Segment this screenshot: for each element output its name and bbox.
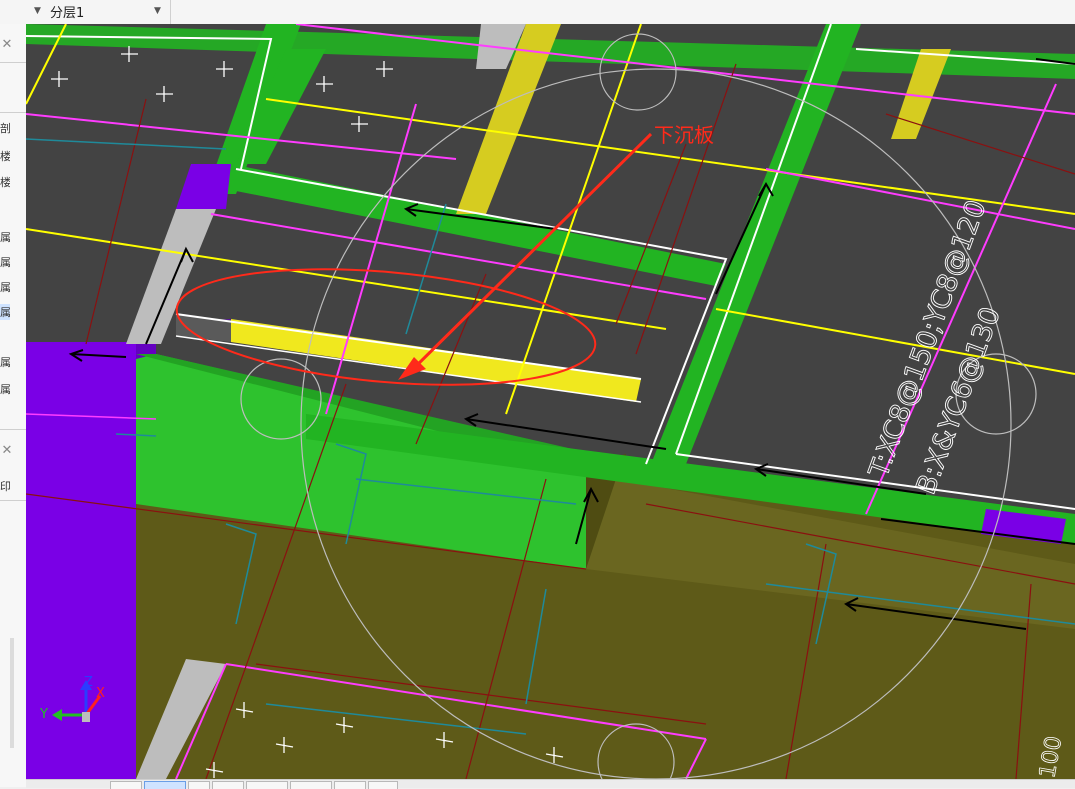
chevron-down-icon[interactable]: ▼: [34, 6, 41, 16]
view-tab[interactable]: [290, 781, 332, 789]
toolbar-divider: [170, 0, 171, 24]
layer-dropdown[interactable]: 分层1: [50, 0, 84, 22]
panel-scrollbar[interactable]: [10, 638, 14, 748]
view-tab[interactable]: [110, 781, 142, 789]
panel-divider: [0, 429, 26, 430]
panel-item-label[interactable]: 楼: [0, 174, 10, 190]
panel-item-label[interactable]: 楼: [0, 148, 10, 164]
3d-model-viewport[interactable]: 下沉板 T:XC8@150;YC8@120 B:X&YC6@130 100 Y …: [26, 24, 1075, 779]
panel-divider: [0, 112, 26, 113]
panel-item-label[interactable]: 属: [0, 354, 10, 370]
panel-item-label[interactable]: 属: [0, 254, 10, 270]
panel-item-label[interactable]: 印: [0, 478, 10, 494]
axis-y-label: Y: [39, 707, 48, 722]
close-icon[interactable]: ✕: [0, 38, 14, 52]
top-toolbar: ▼ 分层1 ▼: [0, 0, 1075, 25]
chevron-down-icon[interactable]: ▼: [154, 6, 161, 16]
panel-item-label[interactable]: 属: [0, 381, 10, 397]
layer-dropdown-arrow[interactable]: ▼: [154, 0, 161, 22]
model-scene: 下沉板 T:XC8@150;YC8@120 B:X&YC6@130 100 Y …: [26, 24, 1075, 779]
view-tab[interactable]: [334, 781, 366, 789]
left-side-panel: ✕ 剖 楼 楼 属 属 属 属 属 属 ✕ 印: [0, 24, 27, 787]
panel-divider: [0, 500, 26, 501]
panel-item-label-selected[interactable]: 属: [0, 304, 10, 320]
panel-item-label[interactable]: 属: [0, 279, 10, 295]
view-tab[interactable]: [368, 781, 398, 789]
close-icon[interactable]: ✕: [0, 444, 14, 458]
panel-item-label[interactable]: 剖: [0, 120, 10, 136]
view-tab[interactable]: [212, 781, 244, 789]
layer-dropdown-arrow-left[interactable]: ▼: [34, 0, 41, 22]
axis-z-label: Z: [84, 675, 93, 690]
axis-x-label: X: [96, 686, 105, 701]
panel-divider: [0, 62, 26, 63]
annotation-label: 下沉板: [654, 123, 714, 147]
view-tab-active[interactable]: [144, 781, 186, 789]
view-tab[interactable]: [188, 781, 210, 789]
panel-item-label[interactable]: 属: [0, 229, 10, 245]
view-tab[interactable]: [246, 781, 288, 789]
